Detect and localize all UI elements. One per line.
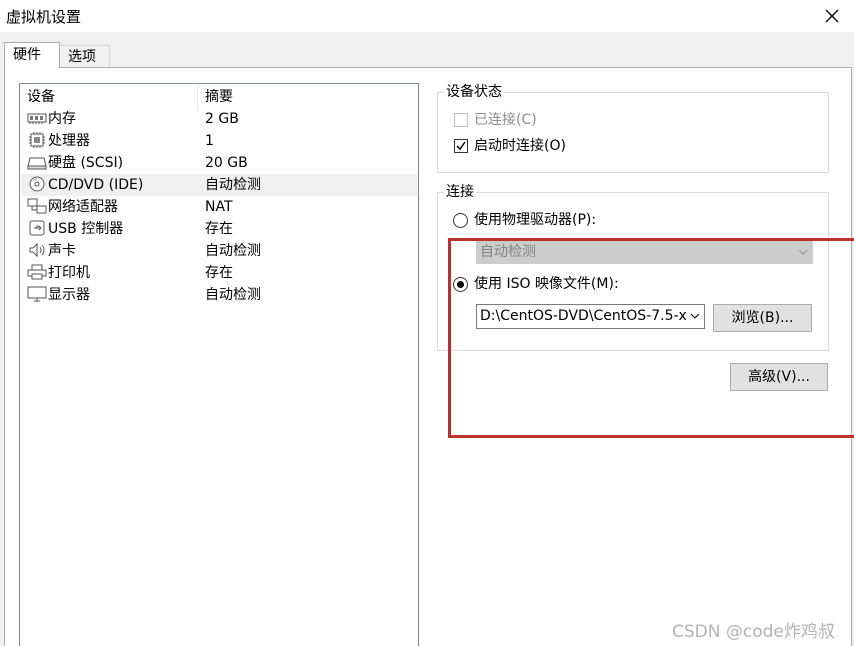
close-icon	[825, 9, 839, 23]
connected-label: 已连接(C)	[474, 112, 537, 128]
cd-dvd-icon	[29, 176, 45, 192]
device-status-label: 设备状态	[444, 84, 504, 100]
harddisk-icon	[27, 157, 47, 170]
device-list[interactable]: 设备 摘要 内存 2 GB 处理器 1 硬盘 (SCSI) 20 GB CD/D…	[19, 83, 419, 646]
device-row-printer[interactable]: 打印机 存在	[21, 262, 417, 284]
device-name: 声卡	[48, 243, 76, 259]
monitor-icon	[27, 286, 47, 302]
device-summary: 自动检测	[205, 287, 261, 303]
device-summary: 存在	[205, 221, 233, 237]
device-name: 打印机	[48, 265, 90, 281]
device-name: 显示器	[48, 287, 90, 303]
device-row-sound-card[interactable]: 声卡 自动检测	[21, 240, 417, 262]
device-row-cd-dvd[interactable]: CD/DVD (IDE) 自动检测	[21, 174, 417, 196]
device-row-memory[interactable]: 内存 2 GB	[21, 108, 417, 130]
physical-drive-value: 自动检测	[480, 244, 536, 260]
device-name: 网络适配器	[48, 199, 118, 215]
speaker-icon	[29, 242, 45, 258]
device-summary: 自动检测	[205, 243, 261, 259]
window-title: 虚拟机设置	[6, 8, 82, 26]
physical-drive-select[interactable]: 自动检测	[476, 240, 813, 264]
iso-path-combobox[interactable]: D:\CentOS-DVD\CentOS-7.5-x	[476, 304, 705, 329]
memory-icon	[27, 113, 47, 124]
device-list-header: 设备 摘要	[21, 86, 417, 110]
connection-label: 连接	[444, 184, 476, 200]
radio-selected-dot	[457, 281, 464, 288]
device-summary: 2 GB	[205, 111, 239, 127]
device-row-display[interactable]: 显示器 自动检测	[21, 284, 417, 306]
connect-at-power-on-label: 启动时连接(O)	[474, 138, 566, 154]
checkmark-icon	[456, 141, 466, 151]
iso-image-label: 使用 ISO 映像文件(M):	[474, 276, 619, 292]
device-status-group	[437, 92, 829, 173]
physical-drive-label: 使用物理驱动器(P):	[474, 212, 597, 228]
browse-button[interactable]: 浏览(B)...	[713, 304, 812, 332]
device-summary: 20 GB	[205, 155, 248, 171]
cpu-icon	[29, 132, 45, 148]
printer-icon	[27, 264, 47, 280]
iso-image-radio[interactable]	[453, 277, 468, 292]
iso-path-value: D:\CentOS-DVD\CentOS-7.5-x	[480, 308, 687, 324]
tab-hardware[interactable]: 硬件	[4, 42, 60, 68]
device-row-harddisk[interactable]: 硬盘 (SCSI) 20 GB	[21, 152, 417, 174]
device-summary: NAT	[205, 199, 233, 215]
title-bar: 虚拟机设置	[0, 0, 854, 32]
device-name: USB 控制器	[48, 221, 124, 237]
device-name: 硬盘 (SCSI)	[48, 155, 124, 171]
column-header-summary[interactable]: 摘要	[205, 86, 233, 108]
device-summary: 存在	[205, 265, 233, 281]
chevron-down-icon	[798, 249, 808, 255]
chevron-down-icon	[690, 311, 700, 321]
close-button[interactable]	[820, 4, 844, 28]
column-divider[interactable]	[197, 86, 198, 110]
advanced-button[interactable]: 高级(V)...	[730, 363, 828, 391]
column-header-device[interactable]: 设备	[27, 86, 55, 108]
device-summary: 1	[205, 133, 214, 149]
device-name: CD/DVD (IDE)	[48, 177, 144, 193]
connected-checkbox[interactable]	[454, 113, 468, 127]
tab-options[interactable]: 选项	[59, 45, 110, 69]
device-summary: 自动检测	[205, 177, 261, 193]
network-adapter-icon	[27, 198, 47, 214]
connect-at-power-on-checkbox[interactable]	[454, 139, 468, 153]
device-row-processor[interactable]: 处理器 1	[21, 130, 417, 152]
device-name: 内存	[48, 111, 76, 127]
usb-icon	[29, 220, 45, 236]
device-row-network-adapter[interactable]: 网络适配器 NAT	[21, 196, 417, 218]
physical-drive-radio[interactable]	[453, 213, 468, 228]
watermark: CSDN @code炸鸡叔	[672, 622, 835, 642]
device-name: 处理器	[48, 133, 90, 149]
device-row-usb-controller[interactable]: USB 控制器 存在	[21, 218, 417, 240]
